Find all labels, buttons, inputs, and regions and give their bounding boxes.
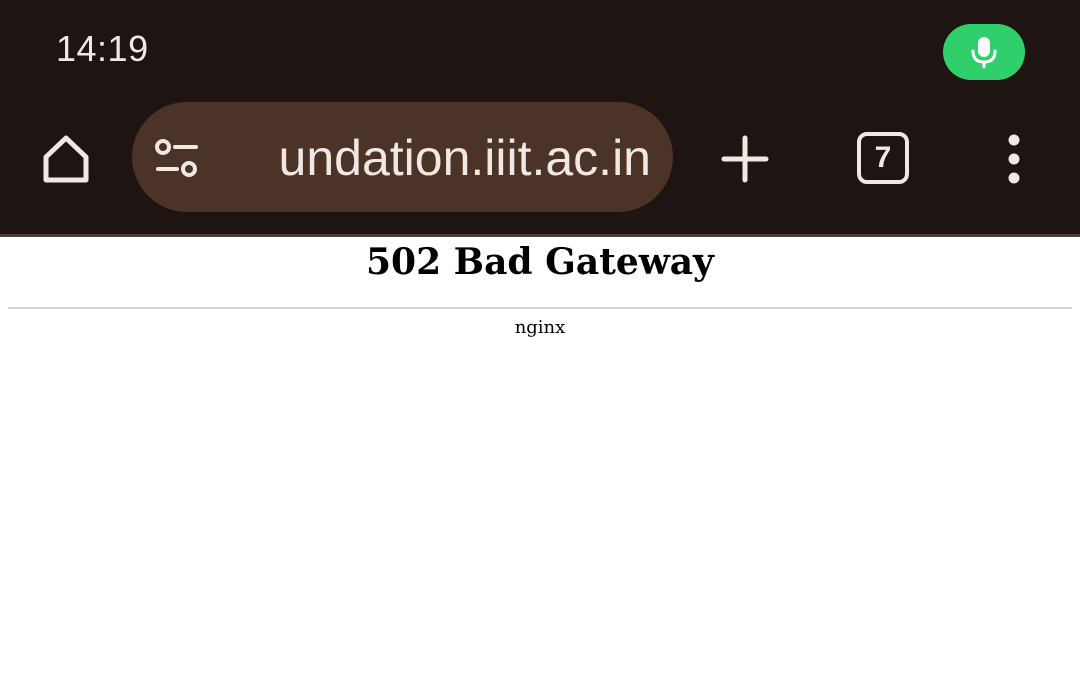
home-button[interactable] (36, 130, 96, 188)
url-fade (200, 102, 250, 212)
plus-icon (721, 135, 769, 183)
status-time: 14:19 (56, 28, 149, 69)
web-page: 502 Bad Gateway nginx (0, 237, 1080, 676)
menu-button[interactable] (994, 130, 1034, 188)
page-divider (8, 307, 1072, 309)
more-vert-icon (1008, 134, 1020, 184)
address-bar[interactable]: undation.iiit.ac.in (132, 102, 673, 212)
tab-switcher-button[interactable]: 7 (857, 132, 909, 184)
page-title: 502 Bad Gateway (366, 241, 714, 283)
tab-count: 7 (874, 141, 892, 174)
tune-icon[interactable] (154, 138, 200, 178)
new-tab-button[interactable] (716, 130, 774, 188)
home-icon (43, 135, 89, 183)
url-text[interactable]: undation.iiit.ac.in (279, 129, 651, 187)
status-bar: 14:19 (0, 0, 1080, 100)
server-name: nginx (514, 317, 566, 338)
microphone-indicator[interactable] (943, 24, 1025, 80)
microphone-icon (971, 37, 997, 69)
